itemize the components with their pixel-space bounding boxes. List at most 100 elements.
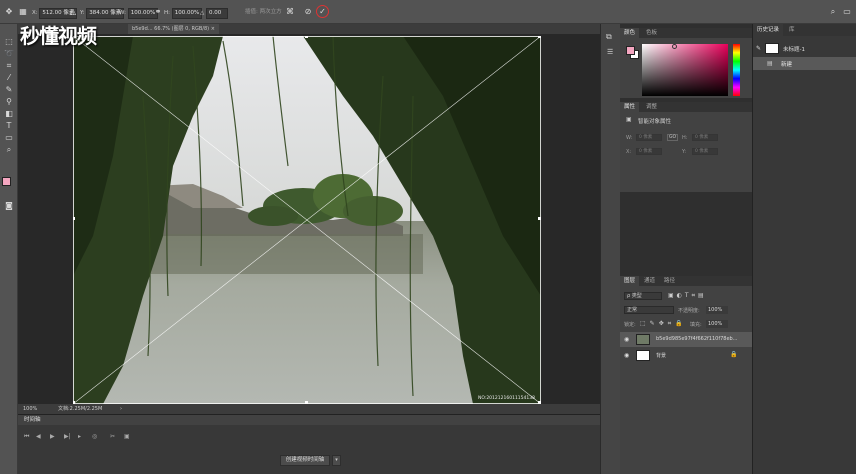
type-tool-icon[interactable]: T xyxy=(3,120,15,132)
zoom-level[interactable]: 100% xyxy=(23,404,37,414)
settings-icon[interactable]: ◎ xyxy=(92,433,97,440)
reference-point-icon[interactable]: ▦ xyxy=(17,6,29,18)
pen-tool-icon[interactable]: ▭ xyxy=(3,132,15,144)
chain-icon[interactable]: ⚭ xyxy=(152,6,164,18)
interp-select[interactable]: 两次立方 xyxy=(260,9,282,15)
collapsed-panel-strip: ⧉ ☰ xyxy=(600,24,620,474)
zoom-tool-icon[interactable]: ⌕ xyxy=(3,144,15,156)
layer-name[interactable]: b5e9d985e97f4f662f110f78eb... xyxy=(656,336,737,342)
step-icon: ▤ xyxy=(767,60,773,67)
first-frame-icon[interactable]: ⏮ xyxy=(24,433,29,441)
options-bar: ✥ ▦ X: 512.00 像素 △ Y: 384.00 像素 W: 100.0… xyxy=(0,0,856,24)
timeline-panel: 时间轴 ⏮ ◀ ▶ ▶| ▸ ◎ ✂ ▣ 创建视频时间轴 ▾ xyxy=(18,414,600,474)
audio-icon[interactable]: ▸ xyxy=(78,433,81,440)
history-step[interactable]: ▤ 新建 xyxy=(753,57,856,70)
document-tab-close-icon[interactable]: × xyxy=(211,26,215,32)
angle-label: △ xyxy=(200,10,205,16)
tab-channels[interactable]: 通道 xyxy=(640,276,659,286)
stamp-tool-icon[interactable]: ⚲ xyxy=(3,96,15,108)
lock-icon: 🔒 xyxy=(730,351,738,358)
fill-label: 填充: xyxy=(690,322,702,328)
eyedropper-tool-icon[interactable]: ⁄ xyxy=(3,72,15,84)
history-panel: 历史记录 库 ✎ 未标题-1 ▤ 新建 xyxy=(752,24,856,474)
layer-thumbnail xyxy=(636,350,650,361)
status-menu-arrow[interactable]: › xyxy=(120,404,122,414)
transition-icon[interactable]: ▣ xyxy=(124,433,130,440)
y-label: Y: xyxy=(80,10,85,16)
filter-icons[interactable]: ▣◐T⌗▤ xyxy=(668,292,707,300)
warp-icon[interactable]: ⌘ xyxy=(284,6,296,18)
document-image[interactable]: NO:20121216011154138 xyxy=(73,36,541,404)
visibility-eye-icon[interactable]: ◉ xyxy=(624,336,629,343)
search-icon[interactable]: ⌕ xyxy=(827,6,839,18)
eraser-tool-icon[interactable]: ◧ xyxy=(3,108,15,120)
lake-willow-photo xyxy=(73,36,541,404)
interp-field[interactable]: 插值: 两次立方 xyxy=(245,8,282,17)
create-timeline-dropdown[interactable]: ▾ xyxy=(332,455,341,466)
cancel-icon[interactable]: ⊘ xyxy=(302,6,314,18)
h-input[interactable]: 100.00% xyxy=(171,8,203,19)
foreground-color-swatch[interactable] xyxy=(2,177,11,186)
angle-input[interactable]: 0.00 xyxy=(205,8,228,19)
panel-toggle-icon[interactable]: ⧉ xyxy=(606,32,612,42)
angle-field[interactable]: △ 0.00 xyxy=(200,8,228,19)
panel-dock: 颜色 色板 属性 调整 ▣ 智能对象属性 W: 0 像素 GO H: 0 像素 … xyxy=(620,24,752,474)
snapshot-thumbnail xyxy=(765,43,779,54)
tab-layers[interactable]: 图层 xyxy=(620,276,640,286)
prop-w-input[interactable]: 0 像素 xyxy=(636,134,662,141)
layer-name[interactable]: 背景 xyxy=(656,352,666,359)
document-tab[interactable]: b5e9d... 66.7% (图层 0, RGB/8) × xyxy=(128,24,219,34)
w-label: W: xyxy=(119,10,126,16)
blend-mode-select[interactable]: 正常 xyxy=(624,306,674,314)
h-label: H: xyxy=(164,10,170,16)
prop-x-input[interactable]: 0 像素 xyxy=(636,148,662,155)
hue-slider[interactable] xyxy=(733,44,740,96)
toggle-icon[interactable]: ☰ xyxy=(607,48,613,56)
layer-row[interactable]: ◉ b5e9d985e97f4f662f110f78eb... xyxy=(620,332,752,347)
lasso-tool-icon[interactable]: ➰ xyxy=(3,48,15,60)
panel-fg-swatch[interactable] xyxy=(626,46,635,55)
prev-frame-icon[interactable]: ◀ xyxy=(36,433,41,440)
create-video-timeline-button[interactable]: 创建视频时间轴 xyxy=(280,455,330,466)
snapshot-brush-icon[interactable]: ✎ xyxy=(756,45,761,52)
tab-swatches[interactable]: 色板 xyxy=(642,28,661,38)
prop-y-label: Y: xyxy=(682,149,687,155)
tab-adjustments[interactable]: 调整 xyxy=(642,102,661,112)
layer-row[interactable]: ◉ 背景 🔒 xyxy=(620,348,752,363)
visibility-eye-icon[interactable]: ◉ xyxy=(624,352,629,359)
properties-panel: 属性 调整 ▣ 智能对象属性 W: 0 像素 GO H: 0 像素 X: 0 像… xyxy=(620,102,752,192)
commit-icon[interactable]: ✓ xyxy=(316,5,329,18)
tab-library[interactable]: 库 xyxy=(785,24,799,36)
history-snapshot[interactable]: ✎ 未标题-1 xyxy=(753,42,856,55)
move-icon[interactable]: ✥ xyxy=(3,6,15,18)
marquee-tool-icon[interactable]: ⬚ xyxy=(3,36,15,48)
prop-y-input[interactable]: 0 像素 xyxy=(692,148,718,155)
x-label: X: xyxy=(32,10,38,16)
color-picker-cursor[interactable] xyxy=(672,44,677,49)
layer-filter-select[interactable]: ρ 类型 xyxy=(624,292,662,300)
color-field[interactable] xyxy=(642,44,728,96)
play-icon[interactable]: ▶ xyxy=(50,433,55,440)
timeline-tab[interactable]: 时间轴 xyxy=(24,416,41,424)
y-field[interactable]: Y: 384.00 像素 xyxy=(80,8,125,19)
lock-icons[interactable]: ⬚✎✥⌗🔒 xyxy=(640,320,687,328)
prop-h-input[interactable]: 0 像素 xyxy=(692,134,718,141)
split-icon[interactable]: ✂ xyxy=(110,433,115,440)
workspace-icon[interactable]: ▭ xyxy=(841,6,853,18)
link-icon[interactable]: △ xyxy=(67,6,79,18)
next-frame-icon[interactable]: ▶| xyxy=(64,433,71,440)
brush-tool-icon[interactable]: ✎ xyxy=(3,84,15,96)
tab-paths[interactable]: 路径 xyxy=(660,276,679,286)
tab-color[interactable]: 颜色 xyxy=(620,28,640,38)
fill-input[interactable]: 100% xyxy=(706,320,728,328)
crop-tool-icon[interactable]: ⌗ xyxy=(3,60,15,72)
photo-caption: NO:20121216011154138 xyxy=(477,396,535,401)
opacity-input[interactable]: 100% xyxy=(706,306,728,314)
layers-panel-tabs: 图层 通道 路径 xyxy=(620,276,752,286)
tab-properties[interactable]: 属性 xyxy=(620,102,640,112)
tab-history[interactable]: 历史记录 xyxy=(753,24,784,36)
timeline-tab-bar: 时间轴 xyxy=(18,415,600,425)
quick-mask-icon[interactable]: ◙ xyxy=(3,200,15,212)
prop-link-toggle[interactable]: GO xyxy=(667,134,679,141)
h-field[interactable]: H: 100.00% xyxy=(164,8,203,19)
